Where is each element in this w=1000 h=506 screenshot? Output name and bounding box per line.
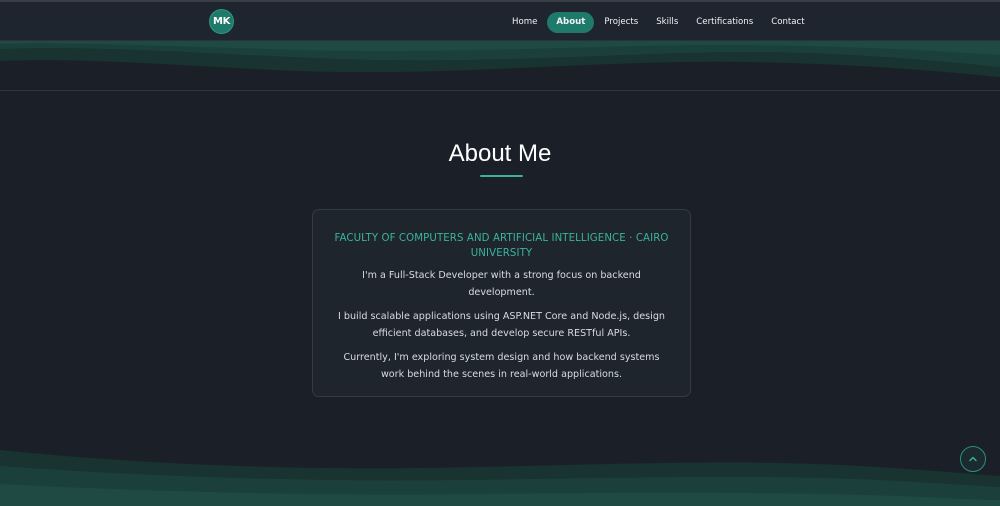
nav-link-skills[interactable]: Skills bbox=[647, 12, 687, 33]
nav-links: Home About Projects Skills Certification… bbox=[503, 11, 814, 33]
header-divider bbox=[0, 90, 1000, 91]
about-paragraph: I build scalable applications using ASP.… bbox=[337, 311, 666, 339]
scroll-to-top-button[interactable] bbox=[960, 446, 986, 472]
nav-link-home[interactable]: Home bbox=[503, 12, 546, 33]
about-card: FACULTY OF COMPUTERS AND ARTIFICIAL INTE… bbox=[312, 209, 691, 397]
nav-link-certifications[interactable]: Certifications bbox=[687, 12, 762, 33]
footer-wave bbox=[0, 450, 1000, 506]
nav-link-projects[interactable]: Projects bbox=[595, 12, 647, 33]
navbar: MK Home About Projects Skills Certificat… bbox=[0, 2, 1000, 41]
nav-link-about[interactable]: About bbox=[547, 11, 595, 33]
about-paragraph: Currently, I'm exploring system design a… bbox=[343, 352, 660, 380]
section-title: About Me bbox=[448, 140, 552, 167]
title-underline bbox=[480, 175, 523, 177]
about-paragraph: I'm a Full-Stack Developer with a strong… bbox=[362, 270, 641, 298]
chevron-up-icon bbox=[969, 456, 977, 462]
logo[interactable]: MK bbox=[210, 10, 233, 33]
nav-link-contact[interactable]: Contact bbox=[762, 12, 813, 33]
header-wave bbox=[0, 41, 1000, 91]
university-heading: FACULTY OF COMPUTERS AND ARTIFICIAL INTE… bbox=[334, 233, 669, 259]
